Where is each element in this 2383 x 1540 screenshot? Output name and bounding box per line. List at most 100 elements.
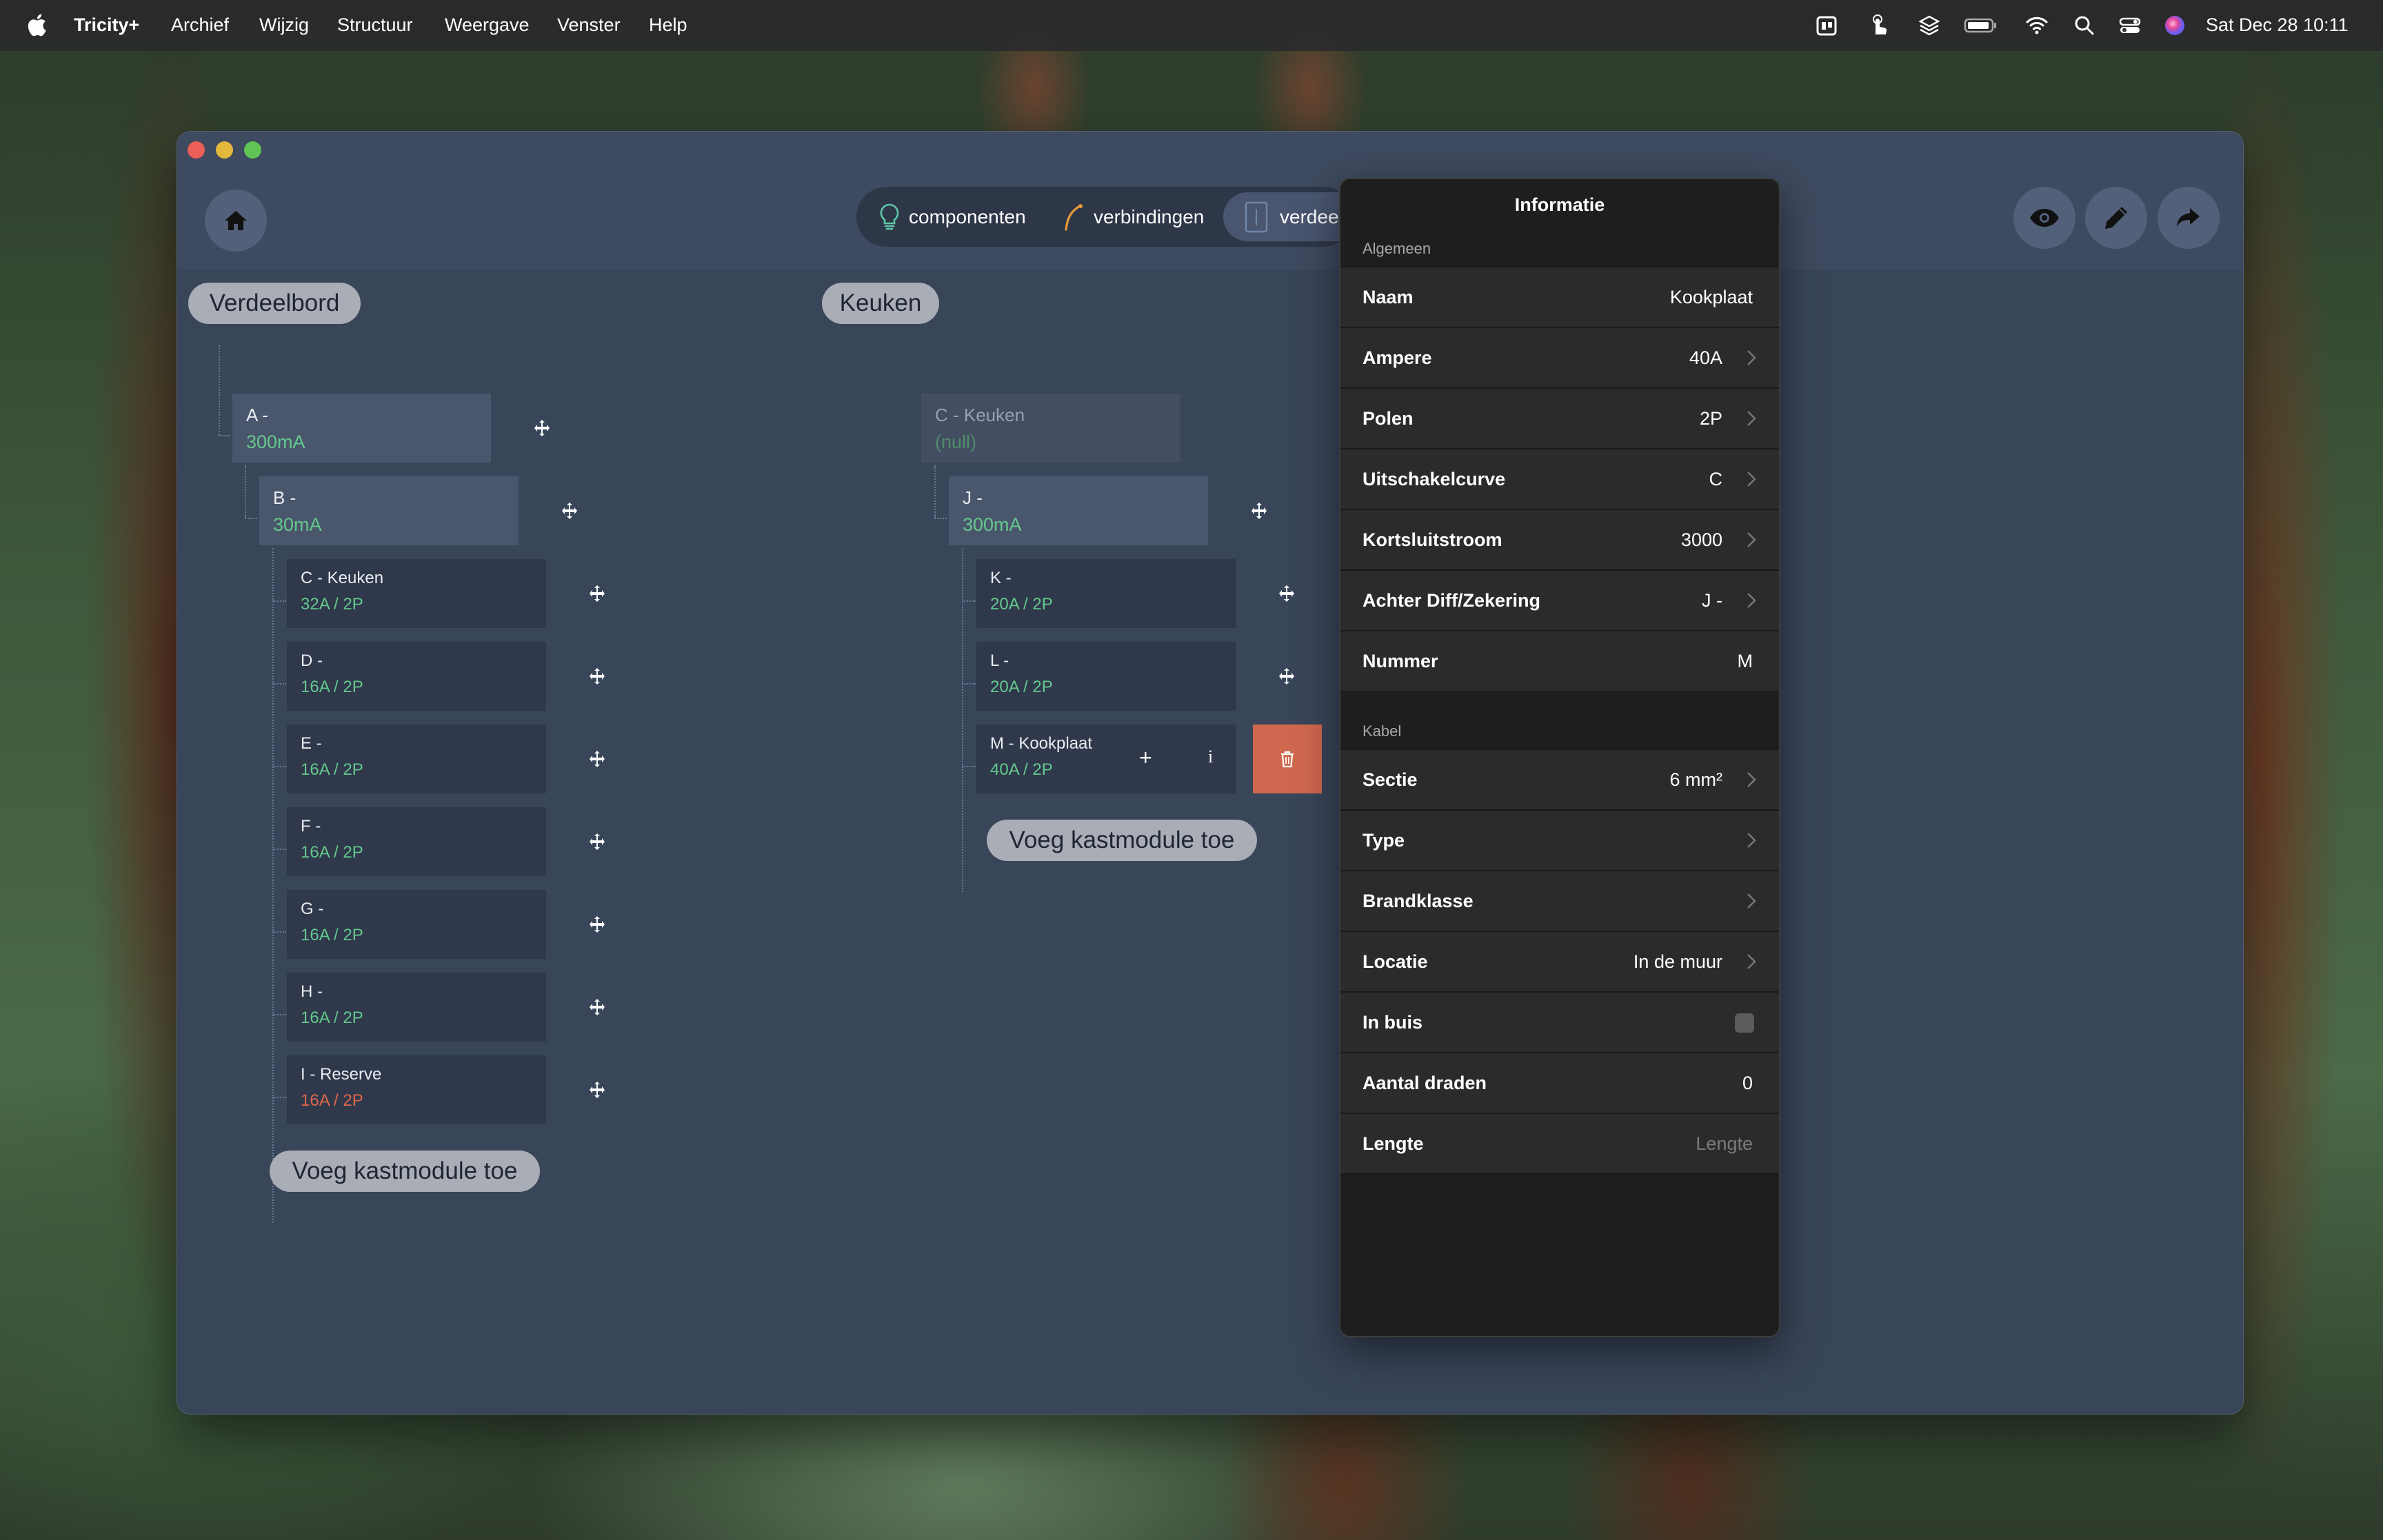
search-icon[interactable] bbox=[2073, 14, 2096, 37]
in-buis-checkbox[interactable] bbox=[1735, 1013, 1754, 1033]
zoom-window-button[interactable] bbox=[244, 141, 261, 159]
tree-connector bbox=[219, 345, 220, 435]
home-icon bbox=[225, 211, 247, 230]
segment-verbindingen[interactable]: verbindingen bbox=[1062, 187, 1204, 247]
wifi-icon[interactable] bbox=[2025, 14, 2049, 37]
tree-connector bbox=[962, 600, 976, 602]
board-title-verdeelbord[interactable]: Verdeelbord bbox=[188, 283, 361, 324]
field-nummer[interactable]: Nummer M bbox=[1340, 630, 1779, 691]
segment-componenten[interactable]: componenten bbox=[877, 187, 1026, 247]
add-submodule-button[interactable]: + bbox=[1139, 745, 1152, 771]
close-window-button[interactable] bbox=[188, 141, 205, 159]
battery-icon[interactable] bbox=[1964, 14, 1998, 37]
menu-archief[interactable]: Archief bbox=[171, 14, 229, 36]
module-card-root[interactable]: A - 300mA bbox=[232, 394, 491, 463]
menu-wijzig[interactable]: Wijzig bbox=[259, 14, 309, 36]
field-value[interactable]: M bbox=[1738, 651, 1753, 672]
field-ampere[interactable]: Ampere 40A bbox=[1340, 327, 1779, 387]
field-key: Lengte bbox=[1363, 1133, 1424, 1154]
module-rating: 16A / 2P bbox=[301, 678, 363, 696]
module-card-e[interactable]: E - 16A / 2P bbox=[287, 725, 546, 793]
field-key: Sectie bbox=[1363, 769, 1418, 790]
field-value: 40A bbox=[1689, 347, 1722, 368]
share-button[interactable] bbox=[2158, 187, 2220, 249]
move-icon[interactable] bbox=[588, 750, 606, 768]
chevron-right-icon bbox=[1747, 411, 1756, 426]
tree-connector bbox=[272, 1097, 286, 1098]
lengte-input-placeholder[interactable]: Lengte bbox=[1696, 1133, 1753, 1155]
move-icon[interactable] bbox=[1250, 502, 1268, 520]
add-module-button[interactable]: Voeg kastmodule toe bbox=[270, 1151, 540, 1192]
module-card-i[interactable]: I - Reserve 16A / 2P bbox=[287, 1055, 546, 1124]
tree-connector bbox=[962, 548, 963, 892]
move-icon[interactable] bbox=[588, 585, 606, 602]
apple-icon[interactable] bbox=[26, 12, 47, 37]
module-rating: 300mA bbox=[963, 514, 1022, 535]
field-aantal-draden[interactable]: Aantal draden 0 bbox=[1340, 1052, 1779, 1113]
field-naam[interactable]: Naam Kookplaat bbox=[1340, 266, 1779, 327]
field-sectie[interactable]: Sectie 6 mm² bbox=[1340, 749, 1779, 809]
chevron-right-icon bbox=[1747, 532, 1756, 547]
move-icon[interactable] bbox=[588, 915, 606, 933]
move-icon[interactable] bbox=[561, 502, 579, 520]
field-type[interactable]: Type bbox=[1340, 809, 1779, 870]
menu-venster[interactable]: Venster bbox=[557, 14, 621, 36]
calendar-status-icon[interactable] bbox=[1815, 14, 1838, 37]
board-title-keuken[interactable]: Keuken bbox=[822, 283, 939, 324]
field-polen[interactable]: Polen 2P bbox=[1340, 387, 1779, 448]
module-card-k[interactable]: K - 20A / 2P bbox=[976, 559, 1236, 628]
touch-status-icon[interactable] bbox=[1867, 14, 1890, 37]
field-lengte[interactable]: Lengte Lengte bbox=[1340, 1113, 1779, 1175]
info-button[interactable]: i bbox=[1208, 747, 1213, 767]
menu-clock[interactable]: Sat Dec 28 10:11 bbox=[2206, 14, 2349, 36]
field-key: Aantal draden bbox=[1363, 1073, 1487, 1093]
module-card-h[interactable]: H - 16A / 2P bbox=[287, 973, 546, 1042]
field-key: Nummer bbox=[1363, 651, 1438, 671]
field-achter-diff[interactable]: Achter Diff/Zekering J - bbox=[1340, 569, 1779, 630]
module-rating: 16A / 2P bbox=[301, 1009, 363, 1027]
module-card-f[interactable]: F - 16A / 2P bbox=[287, 807, 546, 876]
tree-connector bbox=[934, 518, 947, 519]
tree-connector bbox=[272, 548, 274, 1223]
move-icon[interactable] bbox=[588, 1081, 606, 1099]
menu-help[interactable]: Help bbox=[649, 14, 687, 36]
minimize-window-button[interactable] bbox=[216, 141, 233, 159]
add-module-button[interactable]: Voeg kastmodule toe bbox=[987, 820, 1257, 861]
module-card-c[interactable]: C - Keuken 32A / 2P bbox=[287, 559, 546, 628]
field-locatie[interactable]: Locatie In de muur bbox=[1340, 931, 1779, 991]
menu-structuur[interactable]: Structuur bbox=[337, 14, 413, 36]
module-card-m-selected[interactable]: M - Kookplaat 40A / 2P + i bbox=[976, 725, 1236, 793]
move-icon[interactable] bbox=[588, 998, 606, 1016]
app-menu[interactable]: Tricity+ bbox=[74, 14, 139, 36]
delete-module-button[interactable] bbox=[1253, 725, 1322, 793]
field-value[interactable]: 0 bbox=[1742, 1073, 1753, 1094]
info-title: Informatie bbox=[1514, 194, 1605, 215]
module-card-g[interactable]: G - 16A / 2P bbox=[287, 890, 546, 959]
chevron-right-icon bbox=[1747, 472, 1756, 487]
siri-icon[interactable] bbox=[2163, 14, 2186, 37]
field-uitschakelcurve[interactable]: Uitschakelcurve C bbox=[1340, 448, 1779, 509]
move-icon[interactable] bbox=[1278, 667, 1296, 685]
field-kortsluitstroom[interactable]: Kortsluitstroom 3000 bbox=[1340, 509, 1779, 569]
move-icon[interactable] bbox=[588, 833, 606, 851]
segment-label: verbindingen bbox=[1094, 205, 1205, 227]
preview-button[interactable] bbox=[2013, 187, 2075, 249]
module-card-group[interactable]: B - 30mA bbox=[259, 476, 519, 545]
field-brandklasse[interactable]: Brandklasse bbox=[1340, 870, 1779, 931]
module-card-d[interactable]: D - 16A / 2P bbox=[287, 642, 546, 711]
module-card-group[interactable]: J - 300mA bbox=[949, 476, 1208, 545]
move-icon[interactable] bbox=[533, 419, 551, 437]
move-icon[interactable] bbox=[588, 667, 606, 685]
menu-weergave[interactable]: Weergave bbox=[445, 14, 530, 36]
field-value[interactable]: Kookplaat bbox=[1670, 287, 1753, 308]
field-key: Kortsluitstroom bbox=[1363, 529, 1502, 550]
move-icon[interactable] bbox=[1278, 585, 1296, 602]
layers-status-icon[interactable] bbox=[1918, 14, 1941, 37]
module-card-l[interactable]: L - 20A / 2P bbox=[976, 642, 1236, 711]
segment-verdeelbord[interactable]: verdee bbox=[1244, 187, 1339, 247]
home-button[interactable] bbox=[205, 190, 267, 252]
control-center-icon[interactable] bbox=[2118, 14, 2142, 37]
module-title: G - bbox=[301, 900, 324, 918]
chevron-right-icon bbox=[1747, 893, 1756, 909]
edit-button[interactable] bbox=[2085, 187, 2147, 249]
